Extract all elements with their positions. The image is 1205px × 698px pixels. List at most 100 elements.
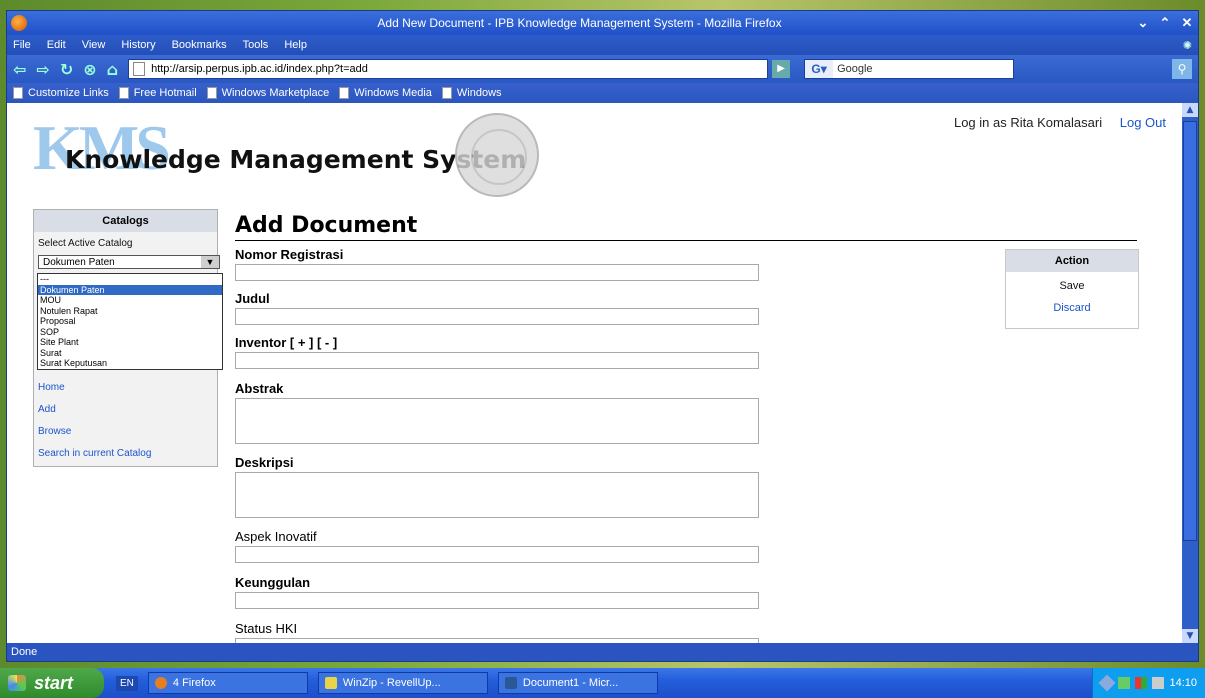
close-button[interactable]: ✕ xyxy=(1176,15,1198,31)
field-deskripsi: Deskripsi xyxy=(235,455,759,518)
scroll-up-arrow-icon[interactable]: ▲ xyxy=(1182,103,1198,117)
vertical-scrollbar[interactable]: ▲ ▼ xyxy=(1182,103,1198,643)
field-abstrak: Abstrak xyxy=(235,381,759,444)
sidebar-item-home[interactable]: Home xyxy=(38,382,151,393)
field-label: Inventor [ + ] [ - ] xyxy=(235,335,338,350)
scroll-down-arrow-icon[interactable]: ▼ xyxy=(1182,629,1198,643)
field-aspek-inovatif: Aspek Inovatif xyxy=(235,529,759,563)
home-icon[interactable]: ⌂ xyxy=(107,60,118,79)
field-label: Aspek Inovatif xyxy=(235,529,317,544)
dropdown-option[interactable]: Surat Keputusan xyxy=(38,358,222,369)
search-box[interactable]: G▾ Google xyxy=(804,59,1015,79)
bookmark-item[interactable]: Windows Media xyxy=(339,87,432,99)
page-title: Add Document xyxy=(235,213,1137,241)
field-label: Status HKI xyxy=(235,621,298,636)
language-indicator[interactable]: EN xyxy=(116,675,138,691)
navigation-toolbar: ⇦ ⇨ ↻ ⊗ ⌂ http://arsip.perpus.ipb.ac.id/… xyxy=(7,55,1198,83)
field-judul: Judul xyxy=(235,291,759,325)
catalog-select-value: Dokumen Paten xyxy=(43,257,115,268)
inventor-input[interactable] xyxy=(235,352,759,369)
search-magnifier-icon[interactable]: ⚲ xyxy=(1172,59,1192,79)
sidebar-item-browse[interactable]: Browse xyxy=(38,426,151,437)
sidebar-links: Home Add Browse Search in current Catalo… xyxy=(38,382,151,470)
status-text: Done xyxy=(11,646,38,658)
google-icon[interactable]: G▾ xyxy=(805,60,834,78)
maximize-button[interactable]: ⌃ xyxy=(1154,15,1176,31)
field-label: Deskripsi xyxy=(235,455,294,470)
scrollbar-thumb[interactable] xyxy=(1183,121,1197,541)
menu-help[interactable]: Help xyxy=(284,39,307,51)
search-placeholder: Google xyxy=(837,63,873,75)
page-icon xyxy=(441,87,452,99)
dropdown-option-selected[interactable]: Dokumen Paten xyxy=(38,284,222,295)
network-icon[interactable] xyxy=(1098,674,1116,692)
tray-flag-icon[interactable] xyxy=(1135,677,1148,689)
start-button[interactable]: start xyxy=(0,668,104,698)
ipb-seal-icon xyxy=(455,113,539,197)
system-tray: 14:10 xyxy=(1092,668,1205,698)
login-status: Log in as Rita Komalasari xyxy=(953,115,1103,130)
catalog-select[interactable]: Dokumen Paten ▼ xyxy=(38,255,220,269)
judul-input[interactable] xyxy=(235,308,759,325)
menu-view[interactable]: View xyxy=(82,39,106,51)
clock: 14:10 xyxy=(1169,677,1197,689)
dropdown-option[interactable]: --- xyxy=(38,274,222,285)
bookmark-item[interactable]: Windows Marketplace xyxy=(206,87,329,99)
catalog-dropdown-list: --- Dokumen Paten MOU Notulen Rapat Prop… xyxy=(37,273,223,370)
deskripsi-textarea[interactable] xyxy=(235,472,759,518)
dropdown-option[interactable]: Surat xyxy=(38,348,222,359)
field-label: Nomor Registrasi xyxy=(235,247,344,262)
menu-tools[interactable]: Tools xyxy=(243,39,269,51)
dropdown-option[interactable]: Proposal xyxy=(38,316,222,327)
volume-icon[interactable] xyxy=(1152,677,1165,689)
menu-edit[interactable]: Edit xyxy=(47,39,66,51)
aspek-inovatif-input[interactable] xyxy=(235,546,759,563)
page-icon xyxy=(13,87,23,99)
page-content: KMS Knowledge Management System Log in a… xyxy=(7,103,1182,643)
bookmark-item[interactable]: Customize Links xyxy=(13,87,109,99)
taskbar-item-word[interactable]: Document1 - Micr... xyxy=(497,672,658,694)
back-arrow-icon[interactable]: ⇦ xyxy=(13,60,26,79)
menu-bookmarks[interactable]: Bookmarks xyxy=(172,39,227,51)
keunggulan-input[interactable] xyxy=(235,592,759,609)
page-icon xyxy=(133,62,146,76)
taskbar-item-winzip[interactable]: WinZip - RevellUp... xyxy=(317,672,488,694)
taskbar-item-firefox[interactable]: 4 Firefox xyxy=(147,672,308,694)
chevron-down-icon[interactable]: ▼ xyxy=(201,256,219,268)
nomor-registrasi-input[interactable] xyxy=(235,264,759,281)
bookmark-item[interactable]: Windows xyxy=(441,87,502,99)
logout-link[interactable]: Log Out xyxy=(1120,115,1166,130)
field-label: Keunggulan xyxy=(235,575,311,590)
address-bar[interactable]: http://arsip.perpus.ipb.ac.id/index.php?… xyxy=(128,59,769,79)
stop-icon[interactable]: ⊗ xyxy=(83,60,96,79)
forward-arrow-icon[interactable]: ⇨ xyxy=(36,60,49,79)
throbber-icon: ✺ xyxy=(1182,39,1192,52)
save-button[interactable]: Save xyxy=(1006,280,1138,292)
bookmark-item[interactable]: Free Hotmail xyxy=(118,87,197,99)
main-form: Add Document Nomor Registrasi Judul Inve… xyxy=(235,213,1137,643)
dropdown-option[interactable]: Notulen Rapat xyxy=(38,306,222,317)
menu-history[interactable]: History xyxy=(121,39,155,51)
field-label: Judul xyxy=(235,291,270,306)
menu-bar: File Edit View History Bookmarks Tools H… xyxy=(7,35,1198,55)
reload-icon[interactable]: ↻ xyxy=(60,60,73,79)
dropdown-option[interactable]: MOU xyxy=(38,295,222,306)
window-title: Add New Document - IPB Knowledge Managem… xyxy=(377,16,782,30)
sidebar-item-search[interactable]: Search in current Catalog xyxy=(38,448,151,459)
action-title: Action xyxy=(1006,250,1138,272)
field-label: Abstrak xyxy=(235,381,284,396)
dropdown-option[interactable]: SOP xyxy=(38,327,222,338)
sidebar-item-add[interactable]: Add xyxy=(38,404,151,415)
menu-file[interactable]: File xyxy=(13,39,31,51)
dropdown-option[interactable]: Site Plant xyxy=(38,337,222,348)
minimize-button[interactable]: ⌄ xyxy=(1132,15,1154,31)
field-nomor-registrasi: Nomor Registrasi xyxy=(235,247,759,281)
address-url: http://arsip.perpus.ipb.ac.id/index.php?… xyxy=(151,63,368,75)
go-arrow-icon[interactable]: ▶ xyxy=(772,60,791,78)
abstrak-textarea[interactable] xyxy=(235,398,759,444)
tray-app-icon[interactable] xyxy=(1118,677,1131,689)
page-icon xyxy=(118,87,129,99)
start-label: start xyxy=(34,672,74,693)
discard-link[interactable]: Discard xyxy=(1006,302,1138,314)
windows-flag-icon xyxy=(8,675,26,691)
